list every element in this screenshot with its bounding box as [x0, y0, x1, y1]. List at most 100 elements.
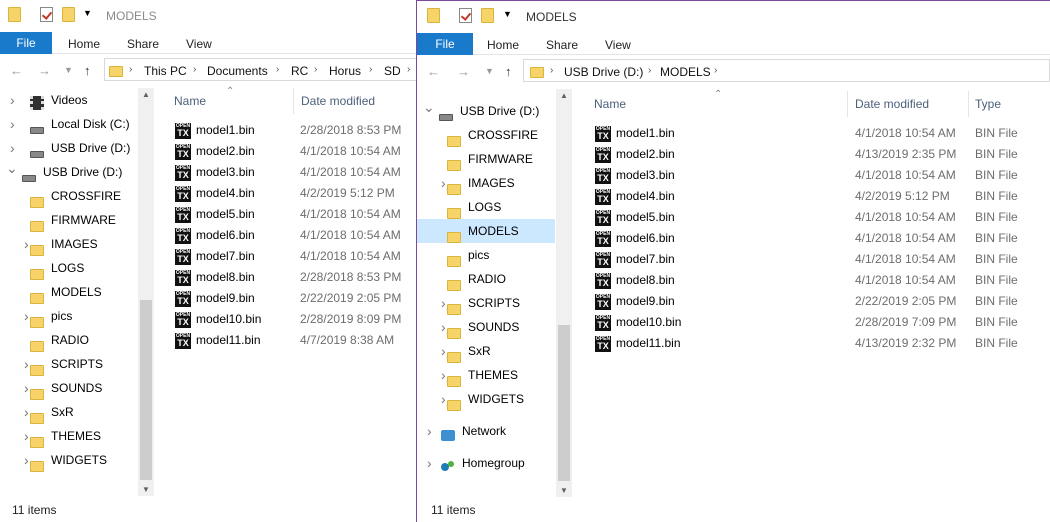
column-divider[interactable] [968, 91, 969, 117]
tab-share[interactable]: Share [127, 37, 159, 51]
forward-arrow-icon[interactable]: → [38, 63, 51, 78]
list-item[interactable]: OPEN TX model7.bin 4/1/2018 10:54 AM [0, 246, 417, 267]
crumb-usb-drive[interactable]: USB Drive (D:) [564, 65, 643, 79]
list-item[interactable]: OPEN TX model10.bin 2/28/2019 8:09 PM [0, 309, 417, 330]
crumb-rc[interactable]: RC [291, 64, 308, 78]
crumb-horus[interactable]: Horus [329, 64, 361, 78]
properties-icon[interactable] [459, 8, 472, 24]
col-name[interactable]: Name [174, 94, 206, 108]
tab-view[interactable]: View [186, 37, 212, 51]
nav-item[interactable]: › Homegroup [417, 451, 555, 475]
back-arrow-icon[interactable]: ← [427, 64, 440, 79]
tab-view[interactable]: View [605, 38, 631, 52]
chevron-right-icon[interactable]: › [427, 451, 432, 475]
tab-share[interactable]: Share [546, 38, 578, 52]
nav-item[interactable]: › WIDGETS [0, 448, 138, 473]
explorer-window-right[interactable]: ▼ MODELS File Home Share View ← → ▼ ↑ › … [416, 0, 1050, 522]
chevron-right-icon[interactable]: › [24, 400, 29, 424]
nav-item-label: WIDGETS [51, 453, 107, 467]
file-icon-main-text: TX [177, 191, 189, 201]
nav-item[interactable]: › SCRIPTS [0, 352, 138, 377]
col-name[interactable]: Name [594, 97, 626, 111]
opentx-file-icon: OPEN TX [175, 312, 191, 328]
nav-item[interactable]: ⌄ USB Drive (D:) [417, 99, 555, 123]
folder-icon [30, 454, 44, 478]
file-icon-main-text: TX [597, 131, 609, 141]
nav-item[interactable]: › SOUNDS [0, 376, 138, 401]
list-item[interactable]: OPEN TX model9.bin 2/22/2019 2:05 PM [0, 288, 417, 309]
scroll-up-icon[interactable]: ▲ [142, 90, 150, 99]
file-icon-main-text: TX [177, 296, 189, 306]
scroll-down-icon[interactable]: ▼ [560, 486, 568, 495]
chevron-down-icon[interactable]: ⌄ [423, 95, 435, 119]
scroll-up-icon[interactable]: ▲ [560, 91, 568, 100]
col-date[interactable]: Date modified [855, 97, 929, 111]
list-item[interactable]: OPEN TX model2.bin 4/13/2019 2:35 PM BIN Fil… [417, 144, 1050, 165]
breadcrumb-separator: › [276, 64, 280, 75]
nav-item[interactable]: › THEMES [417, 363, 555, 388]
chevron-right-icon[interactable]: › [10, 88, 15, 112]
crumb-models[interactable]: MODELS [660, 65, 711, 79]
forward-arrow-icon[interactable]: → [457, 64, 470, 79]
chevron-right-icon[interactable]: › [24, 352, 29, 376]
tab-home[interactable]: Home [68, 37, 100, 51]
list-item[interactable]: OPEN TX model9.bin 2/22/2019 2:05 PM BIN Fil… [417, 291, 1050, 312]
up-arrow-icon[interactable]: ↑ [84, 63, 91, 78]
up-arrow-icon[interactable]: ↑ [505, 64, 512, 79]
list-item[interactable]: OPEN TX model7.bin 4/1/2018 10:54 AM BIN Fil… [417, 249, 1050, 270]
chevron-right-icon[interactable]: › [427, 419, 432, 443]
explorer-window-left[interactable]: ▼ MODELS File Home Share View ← → ▼ ↑ › … [0, 0, 418, 522]
opentx-file-icon: OPEN TX [175, 165, 191, 181]
list-item[interactable]: OPEN TX model5.bin 4/1/2018 10:54 AM [0, 204, 417, 225]
list-item[interactable]: OPEN TX model11.bin 4/7/2019 8:38 AM [0, 330, 417, 351]
chevron-right-icon[interactable]: › [24, 448, 29, 472]
list-item[interactable]: OPEN TX model5.bin 4/1/2018 10:54 AM BIN Fil… [417, 207, 1050, 228]
chevron-right-icon[interactable]: › [441, 363, 446, 387]
list-item[interactable]: OPEN TX model3.bin 4/1/2018 10:54 AM [0, 162, 417, 183]
back-arrow-icon[interactable]: ← [10, 63, 23, 78]
list-item[interactable]: OPEN TX model8.bin 4/1/2018 10:54 AM BIN Fil… [417, 270, 1050, 291]
list-item[interactable]: OPEN TX model6.bin 4/1/2018 10:54 AM BIN Fil… [417, 228, 1050, 249]
list-item[interactable]: OPEN TX model11.bin 4/13/2019 2:32 PM BIN Fi… [417, 333, 1050, 354]
nav-item[interactable]: › WIDGETS [417, 387, 555, 412]
col-date[interactable]: Date modified [301, 94, 375, 108]
chevron-down-icon[interactable]: ▼ [83, 8, 95, 23]
nav-item[interactable]: › Network [417, 419, 555, 443]
list-item[interactable]: OPEN TX model2.bin 4/1/2018 10:54 AM [0, 141, 417, 162]
chevron-down-icon[interactable]: ▼ [64, 65, 73, 75]
list-item[interactable]: OPEN TX model4.bin 4/2/2019 5:12 PM [0, 183, 417, 204]
crumb-sd[interactable]: SD [384, 64, 401, 78]
chevron-down-icon[interactable]: ▼ [485, 66, 494, 76]
crumb-documents[interactable]: Documents [207, 64, 268, 78]
column-divider[interactable] [847, 91, 848, 117]
new-folder-icon[interactable] [62, 7, 75, 23]
breadcrumb-separator: › [407, 64, 411, 75]
crumb-this-pc[interactable]: This PC [144, 64, 187, 78]
list-item[interactable]: OPEN TX model1.bin 2/28/2018 8:53 PM [0, 120, 417, 141]
new-folder-icon[interactable] [481, 8, 494, 24]
nav-item[interactable]: › SxR [0, 400, 138, 425]
file-tab[interactable]: File [417, 33, 473, 55]
nav-item[interactable]: › Videos [0, 88, 138, 112]
chevron-right-icon[interactable]: › [24, 424, 29, 448]
breadcrumb[interactable]: › USB Drive (D:) › MODELS › [523, 59, 1050, 82]
chevron-down-icon[interactable]: ▼ [503, 9, 515, 24]
file-icon-main-text: TX [597, 215, 609, 225]
breadcrumb-separator: › [714, 65, 718, 76]
breadcrumb[interactable]: › This PC › Documents › RC › Horus › SD … [104, 58, 417, 81]
properties-icon[interactable] [40, 7, 53, 23]
list-item[interactable]: OPEN TX model6.bin 4/1/2018 10:54 AM [0, 225, 417, 246]
col-type[interactable]: Type [975, 97, 1001, 111]
list-item[interactable]: OPEN TX model1.bin 4/1/2018 10:54 AM BIN Fil… [417, 123, 1050, 144]
nav-item[interactable]: › THEMES [0, 424, 138, 449]
column-divider[interactable] [293, 88, 294, 114]
file-tab[interactable]: File [0, 32, 52, 54]
list-item[interactable]: OPEN TX model10.bin 2/28/2019 7:09 PM BIN Fi… [417, 312, 1050, 333]
list-item[interactable]: OPEN TX model3.bin 4/1/2018 10:54 AM BIN Fil… [417, 165, 1050, 186]
list-item[interactable]: OPEN TX model4.bin 4/2/2019 5:12 PM BIN File [417, 186, 1050, 207]
chevron-right-icon[interactable]: › [24, 376, 29, 400]
chevron-right-icon[interactable]: › [441, 387, 446, 411]
list-item[interactable]: OPEN TX model8.bin 2/28/2018 8:53 PM [0, 267, 417, 288]
scroll-down-icon[interactable]: ▼ [142, 485, 150, 494]
tab-home[interactable]: Home [487, 38, 519, 52]
